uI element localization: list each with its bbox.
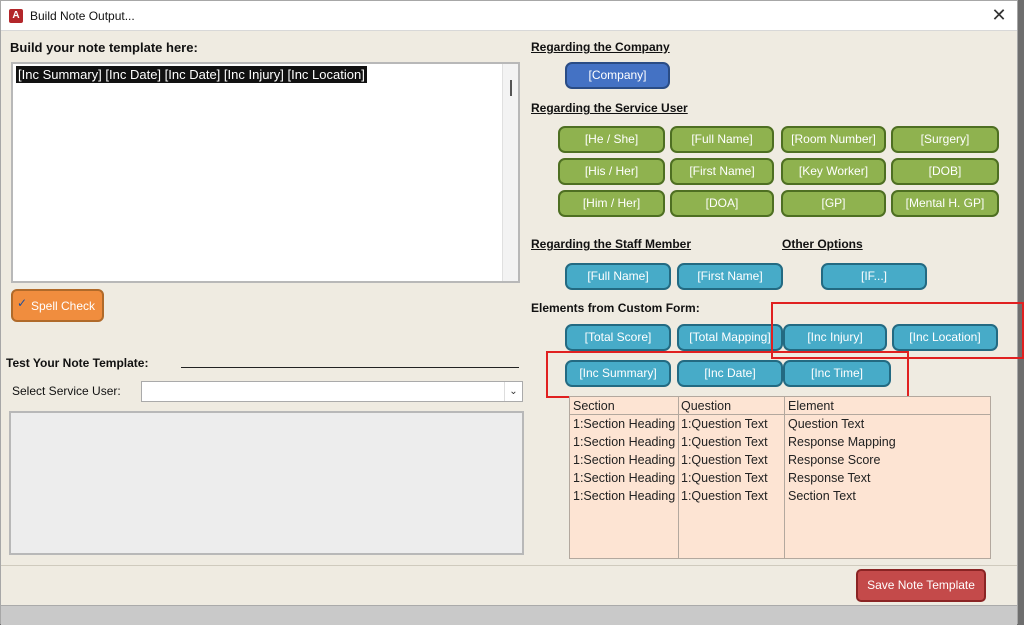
table-cell[interactable]: Section Text bbox=[788, 489, 988, 503]
table-cell[interactable]: 1:Question Text bbox=[681, 453, 783, 467]
table-cell[interactable]: 1:Section Heading bbox=[573, 471, 677, 485]
spell-check-button[interactable]: ✓ Spell Check bbox=[11, 289, 104, 322]
test-template-heading: Test Your Note Template: bbox=[6, 356, 149, 370]
table-cell[interactable]: 1:Section Heading bbox=[573, 417, 677, 431]
footer-divider bbox=[1, 565, 1017, 566]
room-number-button[interactable]: [Room Number] bbox=[781, 126, 886, 153]
staff-full-name-button[interactable]: [Full Name] bbox=[565, 263, 671, 290]
table-cell[interactable]: 1:Section Heading bbox=[573, 435, 677, 449]
table-cell[interactable]: 1:Question Text bbox=[681, 435, 783, 449]
table-cell[interactable]: Response Text bbox=[788, 471, 988, 485]
company-heading: Regarding the Company bbox=[531, 40, 670, 54]
if-button[interactable]: [IF...] bbox=[821, 263, 927, 290]
doa-button[interactable]: [DOA] bbox=[670, 190, 774, 217]
template-text: [Inc Summary] [Inc Date] [Inc Date] [Inc… bbox=[16, 66, 367, 83]
him-her-button[interactable]: [Him / Her] bbox=[558, 190, 665, 217]
total-score-button[interactable]: [Total Score] bbox=[565, 324, 671, 351]
company-button[interactable]: [Company] bbox=[565, 62, 670, 89]
other-options-heading: Other Options bbox=[782, 237, 863, 251]
build-note-output-window: A Build Note Output... ✕ Build your note… bbox=[0, 0, 1024, 625]
elements-table: Section Question Element 1:Section Headi… bbox=[569, 396, 991, 559]
column-divider bbox=[678, 397, 679, 558]
save-note-template-button[interactable]: Save Note Template bbox=[856, 569, 986, 602]
spell-check-icon: ✓ bbox=[17, 296, 28, 310]
gp-button[interactable]: [GP] bbox=[781, 190, 886, 217]
his-her-button[interactable]: [His / Her] bbox=[558, 158, 665, 185]
column-header-question[interactable]: Question bbox=[681, 399, 783, 413]
column-divider bbox=[784, 397, 785, 558]
service-user-select[interactable]: ⌄ bbox=[141, 381, 523, 402]
column-header-element[interactable]: Element bbox=[788, 399, 988, 413]
template-scrollbar[interactable] bbox=[502, 64, 518, 281]
access-app-icon: A bbox=[9, 9, 23, 23]
scrollbar-thumb[interactable] bbox=[510, 80, 512, 96]
table-cell[interactable]: 1:Question Text bbox=[681, 417, 783, 431]
service-user-heading: Regarding the Service User bbox=[531, 101, 688, 115]
table-cell[interactable]: Question Text bbox=[788, 417, 988, 431]
chevron-down-icon[interactable]: ⌄ bbox=[504, 382, 522, 401]
table-cell[interactable]: Response Mapping bbox=[788, 435, 988, 449]
table-cell[interactable]: 1:Section Heading bbox=[573, 453, 677, 467]
key-worker-button[interactable]: [Key Worker] bbox=[781, 158, 886, 185]
dob-button[interactable]: [DOB] bbox=[891, 158, 999, 185]
mental-health-gp-button[interactable]: [Mental H. GP] bbox=[891, 190, 999, 217]
custom-form-heading: Elements from Custom Form: bbox=[531, 301, 700, 315]
status-strip bbox=[1, 605, 1017, 625]
highlight-box-bottom bbox=[546, 351, 909, 398]
table-cell[interactable]: Response Score bbox=[788, 453, 988, 467]
note-preview bbox=[9, 411, 524, 555]
window-title: Build Note Output... bbox=[30, 9, 135, 23]
header-divider bbox=[570, 414, 990, 415]
first-name-button[interactable]: [First Name] bbox=[670, 158, 774, 185]
table-cell[interactable]: 1:Question Text bbox=[681, 471, 783, 485]
he-she-button[interactable]: [He / She] bbox=[558, 126, 665, 153]
spell-check-label: Spell Check bbox=[31, 299, 96, 313]
full-name-button[interactable]: [Full Name] bbox=[670, 126, 774, 153]
staff-member-heading: Regarding the Staff Member bbox=[531, 237, 692, 251]
column-header-section[interactable]: Section bbox=[573, 399, 677, 413]
select-service-user-label: Select Service User: bbox=[12, 384, 121, 398]
template-editor[interactable]: [Inc Summary] [Inc Date] [Inc Date] [Inc… bbox=[11, 62, 520, 283]
close-icon[interactable]: ✕ bbox=[989, 5, 1009, 25]
build-template-heading: Build your note template here: bbox=[10, 40, 198, 55]
title-bar: A Build Note Output... ✕ bbox=[1, 1, 1017, 31]
heading-rule bbox=[181, 367, 519, 368]
staff-first-name-button[interactable]: [First Name] bbox=[677, 263, 783, 290]
surgery-button[interactable]: [Surgery] bbox=[891, 126, 999, 153]
total-mapping-button[interactable]: [Total Mapping] bbox=[677, 324, 783, 351]
table-cell[interactable]: 1:Section Heading bbox=[573, 489, 677, 503]
table-cell[interactable]: 1:Question Text bbox=[681, 489, 783, 503]
